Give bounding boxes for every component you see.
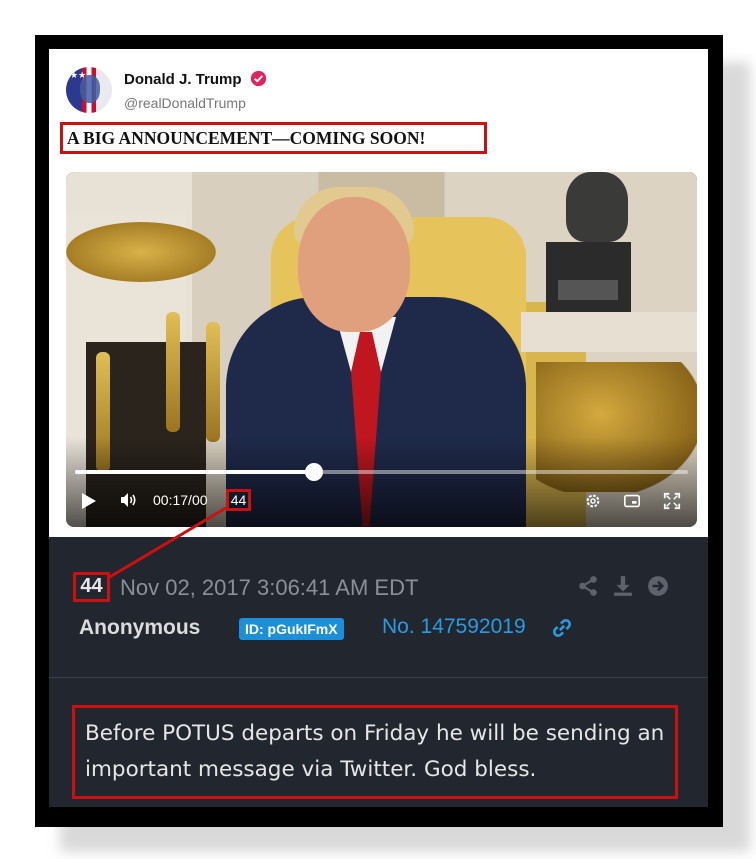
avatar-portrait — [80, 75, 100, 103]
post-message: Before POTUS departs on Friday he will b… — [72, 705, 678, 799]
verified-badge-icon — [250, 70, 267, 87]
poster-id-badge[interactable]: ID: pGukIFmX — [239, 618, 344, 640]
profile-handle[interactable]: @realDonaldTrump — [124, 95, 246, 111]
profile-name[interactable]: Donald J. Trump — [124, 71, 242, 88]
share-icon[interactable] — [577, 575, 599, 597]
arrow-right-circle-icon[interactable] — [647, 575, 669, 597]
seek-handle[interactable] — [305, 463, 324, 481]
current-time: 00:17 — [153, 492, 189, 508]
board-post: 44 Nov 02, 2017 3:06:41 AM EDT Anonymous… — [49, 537, 708, 807]
volume-icon[interactable] — [118, 490, 138, 510]
link-icon[interactable] — [551, 617, 573, 639]
post-number-highlight: 44 — [73, 572, 110, 602]
divider — [49, 677, 708, 678]
download-icon[interactable] — [612, 575, 634, 597]
play-icon[interactable] — [82, 493, 96, 509]
video-player[interactable]: 00:17/00 44 — [66, 172, 697, 527]
fullscreen-icon[interactable] — [663, 492, 681, 510]
seek-bar[interactable] — [75, 470, 688, 474]
seek-bar-progress — [75, 470, 315, 474]
social-post-card: ★★ Donald J. Trump @realDonaldTrump A BI… — [49, 49, 708, 537]
avatar[interactable]: ★★ — [66, 67, 112, 113]
video-scene-andiron — [206, 322, 220, 442]
post-headline: A BIG ANNOUNCEMENT—COMING SOON! — [60, 122, 487, 154]
video-scene-bust — [566, 172, 628, 242]
duration-highlight: 44 — [226, 489, 251, 511]
settings-gear-icon[interactable] — [584, 492, 602, 510]
captions-icon[interactable] — [623, 492, 641, 510]
video-time: 00:17/00 — [153, 492, 208, 508]
duration-prefix: 00 — [191, 492, 208, 508]
post-author: Anonymous — [79, 616, 201, 639]
post-timestamp: Nov 02, 2017 3:06:41 AM EDT — [120, 575, 419, 600]
post-number-link[interactable]: No. 147592019 — [382, 615, 526, 639]
video-scene-andiron — [166, 312, 180, 432]
